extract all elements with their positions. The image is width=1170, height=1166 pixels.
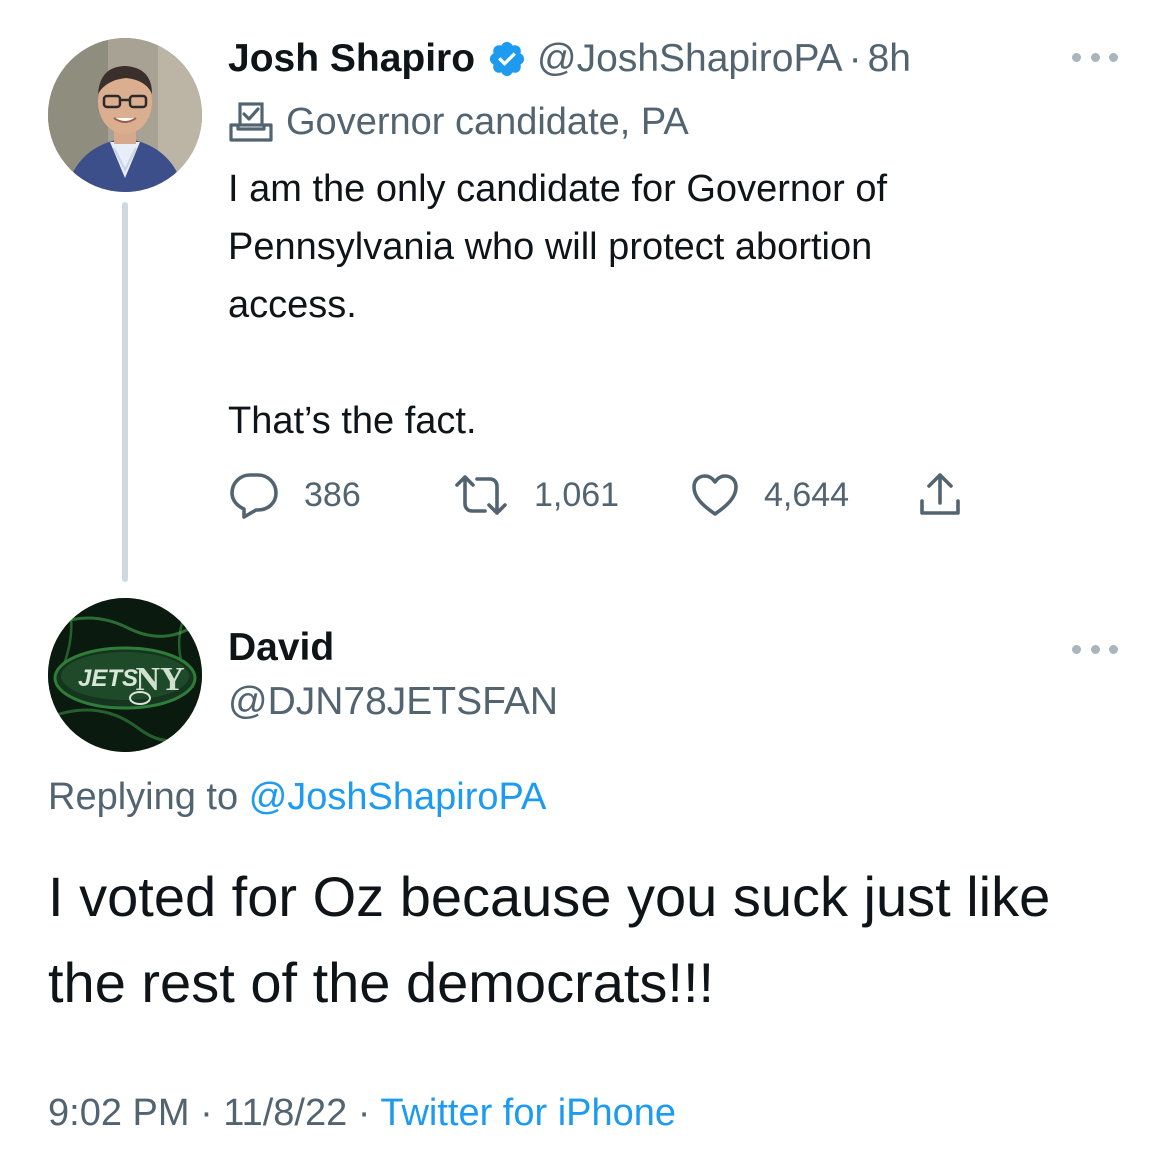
display-name[interactable]: Josh Shapiro <box>228 37 475 81</box>
thread-connector-line <box>122 202 128 582</box>
more-icon <box>1072 644 1081 654</box>
replying-to: Replying to @JoshShapiroPA <box>48 776 546 819</box>
reply-count: 386 <box>304 475 361 514</box>
tweet-text-line: That’s the fact. <box>228 400 477 442</box>
tweet-timestamp[interactable]: 9:02 PM · 11/8/22 · <box>48 1092 370 1134</box>
tweet-time[interactable]: 8h <box>868 37 911 81</box>
candidate-label: Governor candidate, PA <box>228 98 689 146</box>
retweet-button[interactable]: 1,061 <box>452 470 619 520</box>
jets-logo-icon: JETS NY <box>48 598 202 752</box>
reply-icon <box>230 473 278 519</box>
separator-dot: · <box>848 37 862 80</box>
candidate-label-text: Governor candidate, PA <box>286 100 689 143</box>
josh-shapiro-avatar[interactable] <box>48 38 202 192</box>
display-name[interactable]: David <box>228 626 334 670</box>
parent-tweet-header: Josh Shapiro @JoshShapiroPA · 8h <box>228 34 911 84</box>
handle[interactable]: @DJN78JETSFAN <box>228 680 558 724</box>
parent-tweet-text: I am the only candidate for Governor of … <box>228 160 1108 450</box>
tweet-detail-page: Josh Shapiro @JoshShapiroPA · 8h Governo… <box>0 0 1170 1166</box>
share-icon <box>920 473 960 515</box>
tweet-text-line: Pennsylvania who will protect abortion <box>228 226 873 268</box>
verified-badge-icon <box>489 41 525 77</box>
parent-tweet-actions: 386 1,061 4,644 <box>228 470 988 520</box>
handle[interactable]: @JoshShapiroPA <box>537 37 843 81</box>
more-icon <box>1072 52 1081 62</box>
retweet-icon <box>455 475 507 515</box>
person-portrait-icon <box>48 38 202 192</box>
parent-more-button[interactable] <box>1072 50 1118 64</box>
tweet-meta: 9:02 PM · 11/8/22 · Twitter for iPhone <box>48 1092 676 1135</box>
reply-button[interactable]: 386 <box>228 470 361 520</box>
retweet-count: 1,061 <box>534 475 620 514</box>
tweet-text-line: I am the only candidate for Governor of <box>228 168 888 210</box>
tweet-source-link[interactable]: Twitter for iPhone <box>380 1092 676 1134</box>
svg-text:JETS: JETS <box>78 665 138 692</box>
heart-icon <box>692 474 738 516</box>
reply-tweet-text: I voted for Oz because you suck just lik… <box>48 865 1051 1014</box>
replying-to-prefix: Replying to <box>48 776 239 818</box>
like-count: 4,644 <box>764 475 850 514</box>
like-button[interactable]: 4,644 <box>690 470 849 520</box>
tweet-text-line: access. <box>228 284 357 326</box>
ballot-box-icon <box>229 102 273 142</box>
replying-to-handle-link[interactable]: @JoshShapiroPA <box>249 776 547 818</box>
david-avatar[interactable]: JETS NY <box>48 598 202 752</box>
reply-more-button[interactable] <box>1072 642 1118 656</box>
share-button[interactable] <box>918 470 986 520</box>
